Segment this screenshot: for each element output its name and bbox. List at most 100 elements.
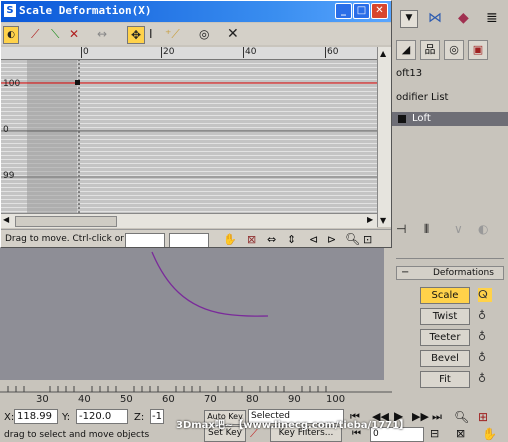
- swap-curves-icon[interactable]: ↔: [97, 26, 107, 42]
- y-axis-label: 99: [3, 171, 15, 181]
- zoom-horizontal-extents-icon[interactable]: ⇔: [267, 233, 276, 246]
- viewport-nav-icon[interactable]: ⊞: [478, 410, 488, 424]
- next-frame-icon[interactable]: ▶▶: [412, 410, 429, 423]
- twist-button[interactable]: Twist: [420, 308, 470, 325]
- display-x-axis-icon[interactable]: ⟋: [31, 26, 39, 42]
- timeline-label: 30: [36, 394, 49, 405]
- scale-button[interactable]: Scale: [420, 287, 470, 304]
- display-xy-axes-icon[interactable]: ✕: [69, 26, 79, 42]
- zoom-region-icon[interactable]: ⊡: [363, 233, 372, 246]
- watermark: 3Dmax吧~【www.linecg.com/tieba/1771】: [176, 420, 410, 431]
- fit-toggle-bulb-icon[interactable]: ♁: [478, 372, 492, 386]
- go-to-end-icon[interactable]: ⏭: [432, 410, 442, 424]
- ruler-tick: 0: [81, 47, 89, 58]
- zoom-horizontal-icon[interactable]: ⊲: [309, 233, 318, 246]
- delete-control-point-icon[interactable]: ◎: [199, 26, 209, 42]
- viewport-spline: [151, 251, 269, 317]
- mirror-icon[interactable]: ⋈: [428, 10, 442, 26]
- show-end-result-icon[interactable]: ⫴: [424, 222, 429, 237]
- reset-curve-icon[interactable]: ✕: [227, 26, 239, 42]
- remove-modifier-icon[interactable]: ◐: [478, 222, 488, 236]
- insert-corner-point-icon[interactable]: ⁺⟋: [165, 26, 180, 42]
- prompt-line: drag to select and move objects: [4, 430, 150, 440]
- stack-item-label: Loft: [412, 113, 431, 124]
- pan-view-icon[interactable]: ✋: [482, 427, 497, 441]
- zoom-icon[interactable]: 🔍︎: [454, 410, 469, 424]
- stack-item-icon: [398, 115, 406, 123]
- dropdown-arrow-icon[interactable]: ▼: [400, 10, 418, 28]
- teeter-toggle-bulb-icon[interactable]: ♁: [478, 330, 492, 344]
- fit-button[interactable]: Fit: [420, 371, 470, 388]
- control-point: [75, 80, 80, 85]
- timeline-label: 70: [204, 394, 217, 405]
- scale-control-point-icon[interactable]: Ι: [149, 26, 153, 42]
- scroll-thumb[interactable]: [15, 216, 117, 227]
- hierarchy-tab-icon[interactable]: 品: [420, 40, 440, 60]
- motion-tab-icon[interactable]: ◎: [444, 40, 464, 60]
- timeline-label: 80: [246, 394, 259, 405]
- bevel-button[interactable]: Bevel: [420, 350, 470, 367]
- window-title: Scale Deformation(X): [19, 4, 152, 17]
- timeline-label: 60: [162, 394, 175, 405]
- maximize-button[interactable]: □: [353, 3, 370, 19]
- object-name-field[interactable]: oft13: [396, 68, 422, 79]
- y-coord-label: Y:: [62, 412, 71, 423]
- graph-canvas: [1, 59, 377, 213]
- ruler-tick: 40: [243, 47, 257, 58]
- vertical-scrollbar[interactable]: ▲ ▼: [377, 47, 391, 227]
- move-control-point-icon[interactable]: ✥: [127, 26, 145, 44]
- time-config-icon[interactable]: ⊟: [430, 427, 439, 440]
- zoom-vertical-icon[interactable]: ⊳: [327, 233, 336, 246]
- timeline-label: 50: [120, 394, 133, 405]
- y-axis-label: 100: [3, 79, 21, 89]
- window-title-bar[interactable]: S Scale Deformation(X) _ □ ✕: [1, 1, 391, 22]
- viewport[interactable]: [0, 248, 384, 380]
- ruler-tick: 60: [325, 47, 339, 58]
- scroll-right-arrow-icon[interactable]: ▶: [367, 215, 373, 224]
- y-coord-field[interactable]: -120.0: [76, 409, 128, 424]
- pan-icon[interactable]: ✋: [223, 233, 237, 246]
- twist-toggle-bulb-icon[interactable]: ♁: [478, 309, 492, 323]
- zoom-icon[interactable]: 🔍︎: [345, 232, 360, 246]
- y-axis-label: 0: [3, 125, 9, 135]
- timeline-label: 90: [288, 394, 301, 405]
- material-icon[interactable]: ◆: [458, 10, 469, 26]
- deformations-rollout-header[interactable]: − Deformations: [396, 266, 504, 280]
- pin-stack-icon[interactable]: ⊣: [396, 222, 406, 236]
- z-coord-field[interactable]: -1: [150, 409, 164, 424]
- minimize-button[interactable]: _: [335, 3, 352, 19]
- render-icon[interactable]: ≣: [486, 10, 498, 26]
- scale-toggle-bulb-icon[interactable]: ⵕ: [478, 288, 492, 302]
- bottom-status-bar: X: 118.99 Y: -120.0 Z: -1 drag to select…: [0, 406, 508, 442]
- modifier-stack-item[interactable]: Loft: [392, 112, 508, 126]
- app-icon: S: [4, 4, 16, 17]
- make-symmetrical-icon[interactable]: ◐: [3, 26, 19, 44]
- collapsed-rollout[interactable]: [396, 252, 504, 259]
- z-coord-label: Z:: [134, 412, 145, 423]
- modify-tab-icon[interactable]: ◢: [396, 40, 416, 60]
- zoom-vertical-extents-icon[interactable]: ⇕: [287, 233, 296, 246]
- deformation-toolbar: ◐ ⟋ ⟍ ✕ ↔ ✥ Ι ⁺⟋ ◎ ✕: [1, 23, 391, 45]
- scroll-down-arrow-icon[interactable]: ▼: [380, 216, 386, 225]
- ruler-tick: 20: [161, 47, 175, 58]
- teeter-button[interactable]: Teeter: [420, 329, 470, 346]
- display-y-axis-icon[interactable]: ⟍: [51, 26, 59, 42]
- frame-ruler: [1, 47, 377, 60]
- status-text: Drag to move. Ctrl-click or d: [5, 234, 133, 244]
- x-coord-field[interactable]: 118.99: [14, 409, 58, 424]
- scroll-left-arrow-icon[interactable]: ◀: [3, 215, 9, 224]
- scroll-up-arrow-icon[interactable]: ▲: [380, 49, 386, 58]
- deformation-graph[interactable]: [1, 47, 377, 213]
- frame-field[interactable]: [125, 233, 165, 247]
- close-button[interactable]: ✕: [371, 3, 388, 19]
- scale-deformation-window: S Scale Deformation(X) _ □ ✕ ◐ ⟋ ⟍ ✕ ↔ ✥…: [0, 0, 392, 248]
- display-tab-icon[interactable]: ▣: [468, 40, 488, 60]
- collapse-icon: −: [401, 267, 410, 278]
- bevel-toggle-bulb-icon[interactable]: ♁: [478, 351, 492, 365]
- horizontal-scrollbar[interactable]: ◀ ▶: [1, 213, 377, 228]
- modifier-list-dropdown[interactable]: odifier List: [396, 92, 448, 103]
- zoom-extents-icon[interactable]: ⊠: [247, 233, 256, 246]
- region-zoom-icon[interactable]: ⊠: [456, 427, 465, 440]
- make-unique-icon[interactable]: ∨: [454, 222, 463, 236]
- value-field[interactable]: [169, 233, 209, 247]
